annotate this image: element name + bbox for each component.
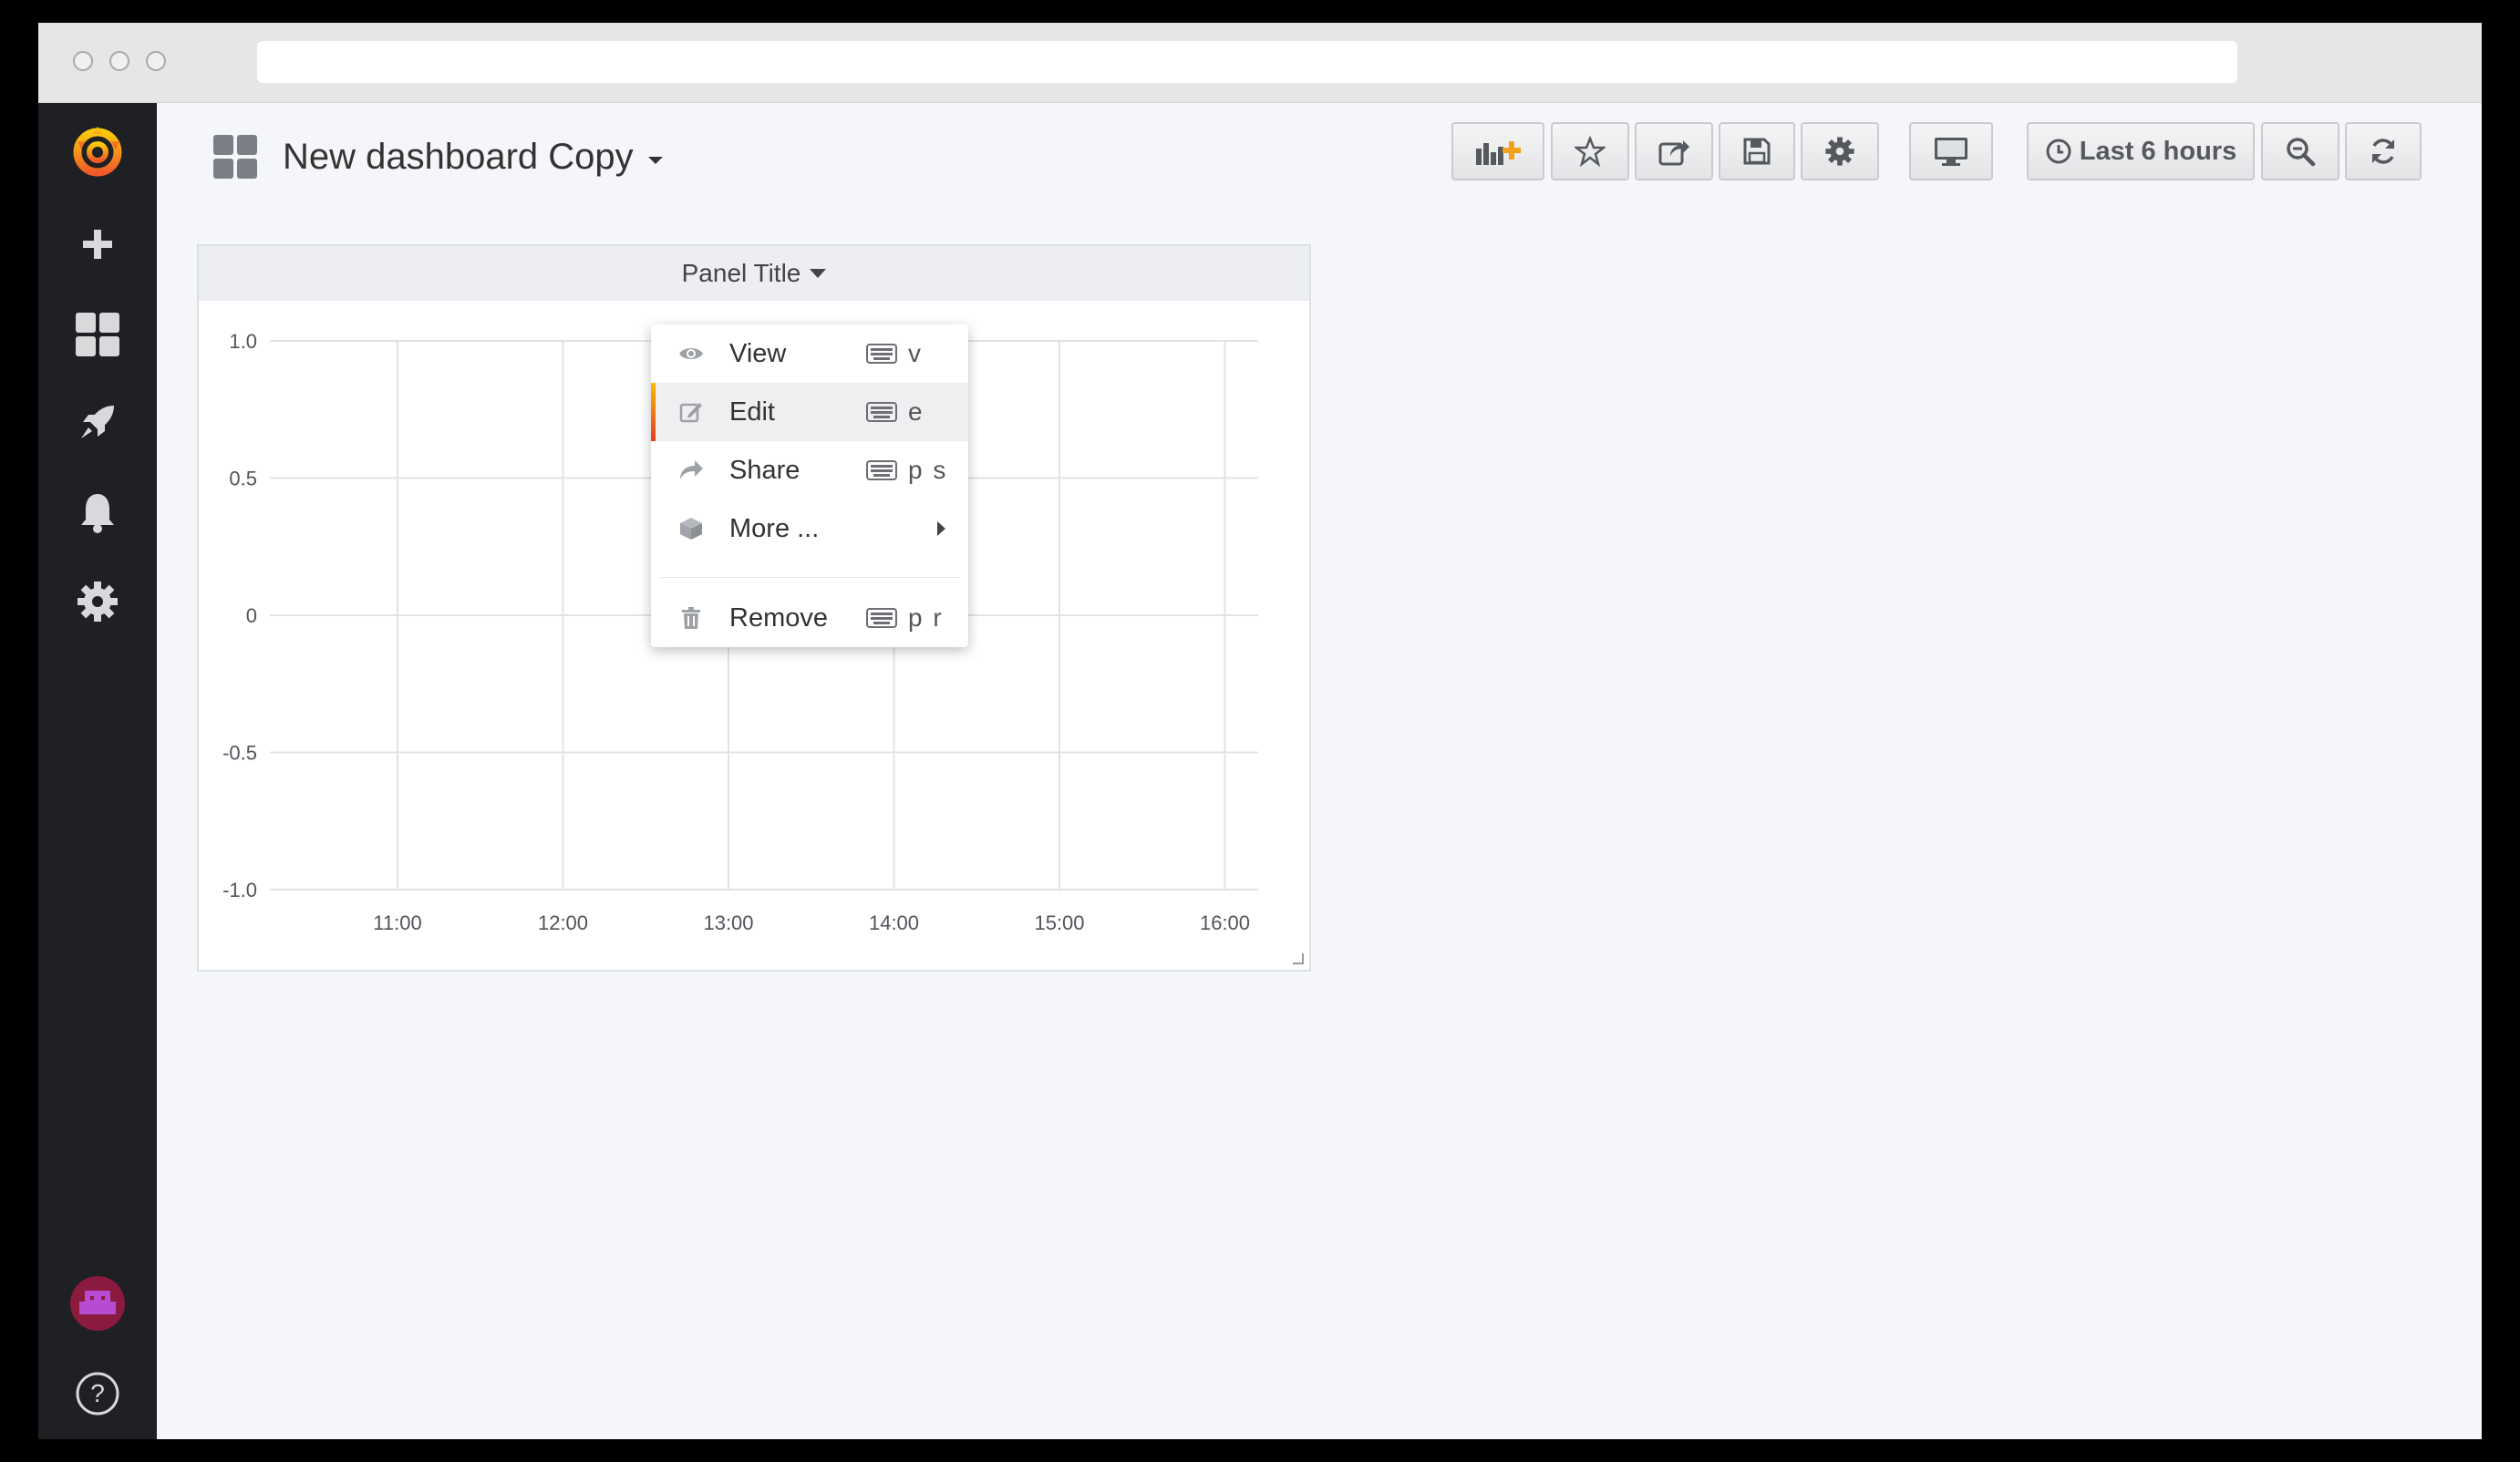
alerting-bell-icon[interactable] [38, 476, 157, 549]
panel-resize-handle[interactable] [1293, 953, 1304, 964]
menu-item-label: Share [729, 455, 800, 485]
share-dashboard-button[interactable] [1635, 122, 1713, 180]
save-dashboard-button[interactable] [1719, 122, 1795, 180]
star-dashboard-button[interactable] [1551, 122, 1629, 180]
dashboard-grid-icon [213, 135, 257, 179]
x-tick-label: 15:00 [1034, 911, 1084, 934]
menu-item-more[interactable]: More ... [651, 499, 968, 558]
gear-icon [1825, 137, 1854, 166]
svg-text:?: ? [90, 1379, 105, 1407]
menu-item-label: View [729, 338, 787, 368]
x-tick-label: 12:00 [538, 911, 588, 934]
eye-icon [678, 341, 704, 366]
share-icon [1658, 140, 1689, 166]
zoom-out-button[interactable] [2261, 122, 2339, 180]
chevron-down-icon [647, 157, 663, 164]
menu-item-label: More ... [729, 513, 820, 543]
y-tick-label: -1.0 [222, 879, 257, 901]
share-icon [678, 458, 704, 483]
time-range-picker[interactable]: Last 6 hours [2027, 122, 2255, 180]
menu-item-edit[interactable]: Edit e [651, 383, 968, 441]
window-minimize-button[interactable] [109, 51, 129, 71]
menu-item-label: Edit [729, 396, 775, 427]
monitor-icon [1935, 138, 1967, 166]
submenu-arrow-icon [937, 521, 945, 536]
user-avatar[interactable] [38, 1267, 157, 1340]
refresh-button[interactable] [2345, 122, 2422, 180]
y-tick-label: 0.5 [229, 468, 257, 490]
add-panel-button[interactable] [1451, 122, 1544, 180]
save-icon [1743, 138, 1771, 165]
refresh-icon [2372, 139, 2394, 164]
keyboard-icon [866, 460, 897, 480]
menu-item-remove[interactable]: Remove p r [651, 589, 968, 647]
y-tick-label: 1.0 [229, 330, 257, 353]
help-icon[interactable]: ? [38, 1357, 157, 1430]
tv-mode-button[interactable] [1909, 122, 1993, 180]
zoom-out-icon [2287, 138, 2316, 167]
clock-icon [2046, 139, 2071, 164]
address-bar[interactable] [257, 41, 2237, 83]
y-tick-label: 0 [246, 604, 257, 627]
cube-icon [678, 516, 704, 541]
x-tick-label: 14:00 [869, 911, 919, 934]
configuration-gear-icon[interactable] [38, 565, 157, 638]
grafana-logo-icon[interactable] [38, 114, 157, 187]
menu-item-view[interactable]: View v [651, 324, 968, 383]
edit-icon [678, 399, 704, 425]
time-range-label: Last 6 hours [2079, 136, 2237, 166]
x-tick-label: 11:00 [373, 911, 421, 934]
keyboard-icon [866, 608, 897, 628]
bar-chart-plus-icon [1476, 141, 1521, 165]
trash-icon [678, 605, 704, 631]
menu-item-shortcut: p s [908, 456, 948, 484]
menu-item-share[interactable]: Share p s [651, 441, 968, 499]
sidemenu: ? [38, 103, 157, 1439]
keyboard-icon [866, 402, 897, 422]
panel-menu: View v Edit e Share p s More ... Remove … [651, 324, 968, 647]
menu-item-shortcut: p r [908, 603, 944, 632]
menu-divider [660, 577, 959, 578]
window-maximize-button[interactable] [146, 51, 166, 71]
window-close-button[interactable] [73, 51, 93, 71]
dashboards-icon[interactable] [38, 298, 157, 371]
dashboard-settings-button[interactable] [1801, 122, 1879, 180]
x-tick-label: 16:00 [1200, 911, 1250, 934]
menu-item-shortcut: v [908, 339, 923, 367]
browser-titlebar [38, 23, 2482, 103]
menu-item-label: Remove [729, 602, 828, 633]
star-icon [1575, 136, 1606, 167]
keyboard-icon [866, 344, 897, 364]
dashboard-title: New dashboard Copy [283, 136, 634, 177]
y-tick-label: -0.5 [222, 742, 257, 765]
create-icon[interactable] [38, 208, 157, 281]
dashboard-title-picker[interactable]: New dashboard Copy [213, 129, 663, 184]
browser-window: ? New dashboard Copy Last 6 hours Panel … [38, 23, 2482, 1439]
menu-item-shortcut: e [908, 397, 924, 426]
x-tick-label: 13:00 [703, 911, 753, 934]
explore-rocket-icon[interactable] [38, 386, 157, 458]
